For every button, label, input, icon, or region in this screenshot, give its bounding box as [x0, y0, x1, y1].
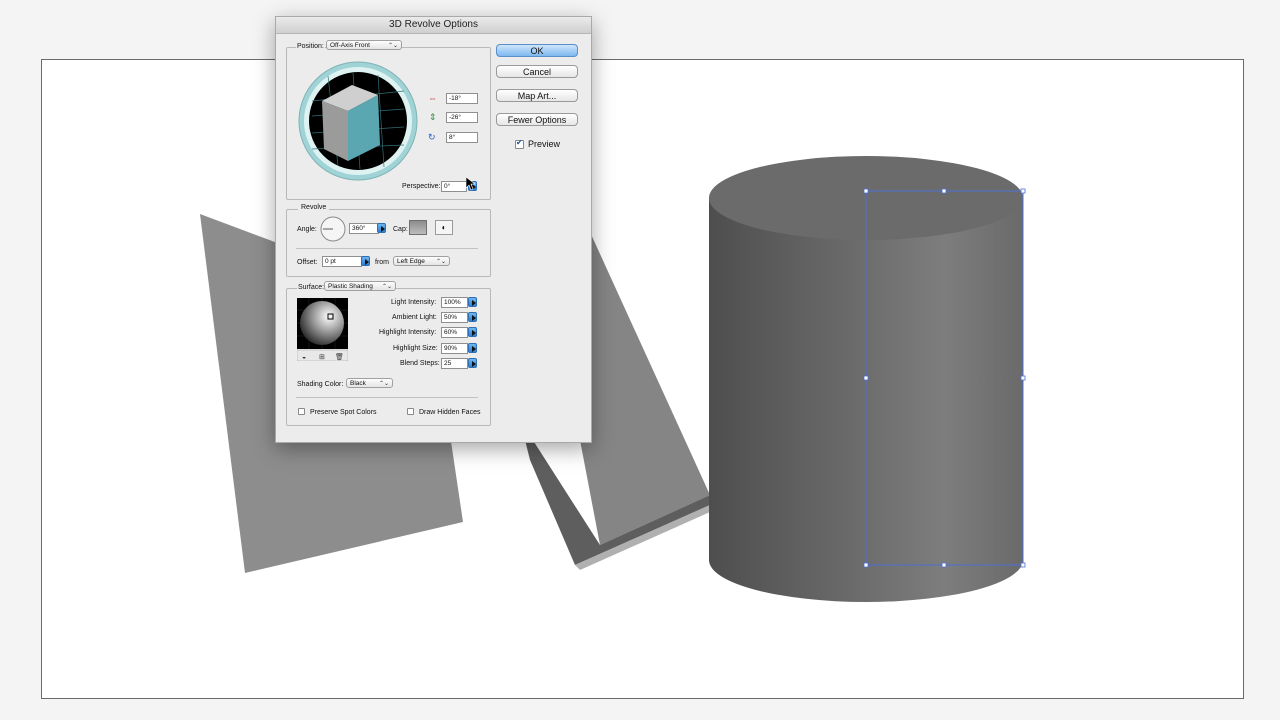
preserve-spot-colors-label: Preserve Spot Colors: [310, 409, 377, 416]
mouse-cursor-icon: [466, 177, 476, 191]
light-intensity-slider-button[interactable]: [468, 297, 477, 307]
z-rotation-icon: ↻: [428, 132, 436, 142]
cap-off-icon[interactable]: ◐: [435, 220, 453, 235]
from-dropdown[interactable]: Left Edge ⌃⌄: [393, 256, 450, 266]
shading-color-value: Black: [350, 380, 366, 387]
highlight-intensity-field[interactable]: 60%: [441, 327, 468, 338]
dialog-title[interactable]: 3D Revolve Options: [276, 17, 591, 34]
from-label: from: [375, 259, 389, 266]
highlight-size-label: Highlight Size:: [393, 345, 438, 352]
surface-separator: [296, 397, 478, 398]
from-dropdown-value: Left Edge: [397, 258, 425, 265]
cap-on-icon[interactable]: [409, 220, 427, 235]
blend-steps-slider-button[interactable]: [468, 358, 477, 368]
shading-color-dropdown[interactable]: Black ⌃⌄: [346, 378, 393, 388]
fewer-options-button[interactable]: Fewer Options: [496, 113, 578, 126]
draw-hidden-faces-checkbox[interactable]: [407, 408, 414, 415]
cancel-button[interactable]: Cancel: [496, 65, 578, 78]
light-intensity-label: Light Intensity:: [391, 299, 437, 306]
new-light-icon[interactable]: ⊞: [319, 354, 325, 361]
angle-dropdown-button[interactable]: [377, 223, 386, 233]
highlight-intensity-label: Highlight Intensity:: [379, 329, 437, 336]
dropdown-arrow-icon: ⌃⌄: [387, 43, 398, 49]
shading-color-label: Shading Color:: [297, 381, 344, 388]
preserve-spot-colors-checkbox[interactable]: [298, 408, 305, 415]
angle-label: Angle:: [297, 226, 317, 233]
highlight-size-slider-button[interactable]: [468, 343, 477, 353]
ambient-light-slider-button[interactable]: [468, 312, 477, 322]
light-intensity-field[interactable]: 100%: [441, 297, 468, 308]
offset-dropdown-button[interactable]: [361, 256, 370, 266]
angle-dial[interactable]: [320, 216, 346, 242]
canvas-artwork: [200, 156, 1026, 602]
3d-revolve-options-dialog: 3D Revolve Options Position: Off-Axis Fr…: [275, 16, 592, 443]
preview-checkbox[interactable]: [515, 138, 524, 149]
position-dropdown[interactable]: Off-Axis Front ⌃⌄: [326, 40, 402, 50]
position-dropdown-value: Off-Axis Front: [330, 42, 370, 49]
preview-label: Preview: [528, 139, 561, 149]
lighting-sphere-preview[interactable]: ◒ ⊞ 🗑: [297, 298, 348, 361]
surface-dropdown[interactable]: Plastic Shading ⌃⌄: [324, 281, 396, 291]
z-rotation-field[interactable]: 8°: [446, 132, 478, 143]
blend-steps-label: Blend Steps:: [400, 360, 440, 367]
cap-label: Cap:: [393, 226, 408, 233]
ambient-light-field[interactable]: 50%: [441, 312, 468, 323]
dropdown-arrow-icon: ⌃⌄: [381, 284, 392, 290]
x-rotation-field[interactable]: -18°: [446, 93, 478, 104]
perspective-field[interactable]: 0°: [441, 181, 467, 192]
surface-label: Surface:: [297, 284, 326, 291]
y-rotation-field[interactable]: -26°: [446, 112, 478, 123]
move-light-back-icon[interactable]: ◒: [302, 354, 306, 361]
revolve-legend: Revolve: [298, 204, 330, 211]
angle-field[interactable]: 360°: [349, 223, 379, 234]
dropdown-arrow-icon: ⌃⌄: [378, 381, 389, 387]
x-rotation-icon: ⇔: [428, 93, 437, 103]
perspective-label: Perspective:: [402, 183, 441, 190]
track-cube-widget[interactable]: [298, 61, 418, 181]
delete-light-icon[interactable]: 🗑: [335, 352, 344, 361]
offset-field[interactable]: 0 pt: [322, 256, 362, 267]
dropdown-arrow-icon: ⌃⌄: [435, 259, 446, 265]
offset-label: Offset:: [297, 259, 318, 266]
highlight-size-field[interactable]: 90%: [441, 343, 468, 354]
map-art-button[interactable]: Map Art...: [496, 89, 578, 102]
surface-dropdown-value: Plastic Shading: [328, 283, 373, 290]
ok-button[interactable]: OK: [496, 44, 578, 57]
y-rotation-icon: ⇕: [429, 112, 437, 122]
ambient-light-label: Ambient Light:: [392, 314, 437, 321]
blend-steps-field[interactable]: 25: [441, 358, 468, 369]
revolve-group: [286, 209, 491, 277]
position-label: Position:: [296, 43, 325, 50]
highlight-intensity-slider-button[interactable]: [468, 327, 477, 337]
draw-hidden-faces-label: Draw Hidden Faces: [419, 409, 481, 416]
revolve-separator: [296, 248, 478, 249]
